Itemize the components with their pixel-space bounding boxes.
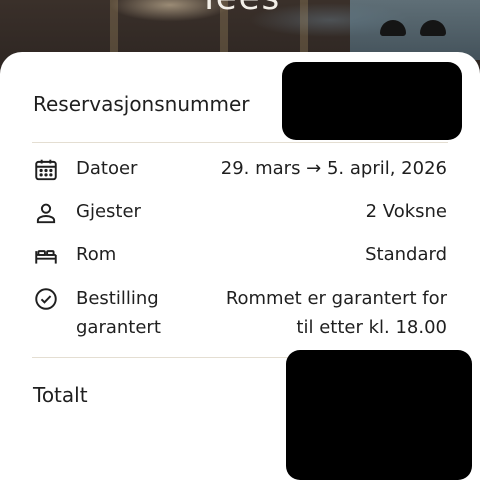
check-circle-icon <box>33 284 63 314</box>
guarantee-value: Rommet er garantert for til etter kl. 18… <box>226 284 447 342</box>
divider <box>32 142 448 143</box>
room-label: Rom <box>76 244 117 265</box>
total-label: Totalt <box>33 383 88 407</box>
guests-row: Gjester 2 Voksne <box>33 198 447 228</box>
dates-value: 29. mars → 5. april, 2026 <box>220 158 447 179</box>
guarantee-value-line1: Rommet er garantert for <box>225 288 447 309</box>
guests-label: Gjester <box>76 201 141 222</box>
person-icon <box>33 198 63 228</box>
dates-label: Datoer <box>76 158 138 179</box>
room-row: Rom Standard <box>33 241 447 271</box>
guarantee-label-line1: Bestilling <box>76 288 159 309</box>
reservation-number-label: Reservasjonsnummer <box>33 92 250 116</box>
booking-summary-card: Reservasjonsnummer Datoer 29. mars → 5. … <box>0 52 480 480</box>
dates-row: Datoer 29. mars → 5. april, 2026 <box>33 155 447 185</box>
guests-value: 2 Voksne <box>365 201 447 222</box>
calendar-icon <box>33 155 63 185</box>
reservation-number-redaction <box>282 62 462 140</box>
total-amount-redaction <box>286 350 472 480</box>
guarantee-value-line2: til etter kl. 18.00 <box>296 317 447 338</box>
guarantee-label-line2: garantert <box>76 317 161 338</box>
bed-icon <box>33 241 63 271</box>
room-value: Standard <box>365 244 447 265</box>
hero-title: Tees <box>0 0 480 18</box>
guarantee-row: Bestilling garantert Rommet er garantert… <box>33 284 447 344</box>
guarantee-label: Bestilling garantert <box>76 284 161 342</box>
